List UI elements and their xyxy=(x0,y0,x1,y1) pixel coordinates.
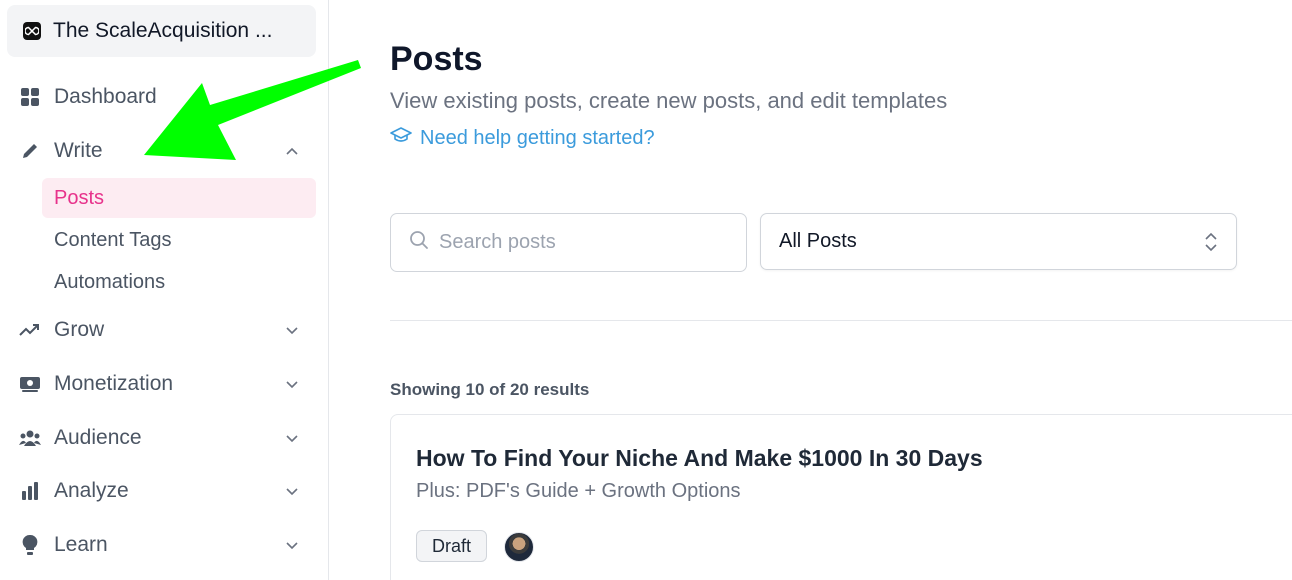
chevron-up-icon[interactable] xyxy=(284,143,300,159)
status-badge: Draft xyxy=(416,530,488,562)
post-card[interactable]: How To Find Your Niche And Make $1000 In… xyxy=(390,414,1292,580)
search-icon xyxy=(409,230,429,255)
workspace-switcher[interactable]: The ScaleAcquisition ... xyxy=(7,5,316,57)
chevron-down-icon[interactable] xyxy=(284,376,300,392)
help-link-text: Need help getting started? xyxy=(420,126,655,149)
results-count: Showing 10 of 20 results xyxy=(390,380,590,399)
workspace-name: The ScaleAcquisition ... xyxy=(53,19,273,42)
nav-write-content-tags[interactable]: Content Tags xyxy=(42,220,316,260)
nav-grow[interactable]: Grow xyxy=(0,310,329,350)
nav-audience-label: Audience xyxy=(54,426,142,449)
nav-audience[interactable]: Audience xyxy=(0,418,329,458)
sidebar: The ScaleAcquisition ... Dashboard Write… xyxy=(0,0,329,580)
chevron-down-icon[interactable] xyxy=(284,537,300,553)
graduation-cap-icon xyxy=(390,126,412,150)
nav-learn-label: Learn xyxy=(54,533,108,556)
bar-chart-icon xyxy=(19,480,41,502)
nav-monetization[interactable]: Monetization xyxy=(0,364,329,404)
nav-grow-label: Grow xyxy=(54,318,105,341)
selector-updown-icon xyxy=(1204,231,1218,258)
workspace-logo-icon xyxy=(23,22,41,40)
help-link[interactable]: Need help getting started? xyxy=(390,126,655,150)
post-subtitle: Plus: PDF's Guide + Growth Options xyxy=(416,480,741,502)
post-filter-select[interactable]: All Posts xyxy=(760,213,1237,270)
nav-monetization-label: Monetization xyxy=(54,372,174,395)
page-subtitle: View existing posts, create new posts, a… xyxy=(390,88,948,113)
lightbulb-icon xyxy=(19,534,41,556)
search-field[interactable] xyxy=(390,213,747,272)
nav-analyze[interactable]: Analyze xyxy=(0,471,329,511)
nav-write-posts[interactable]: Posts xyxy=(42,178,316,218)
chevron-down-icon[interactable] xyxy=(284,322,300,338)
nav-write-automations[interactable]: Automations xyxy=(42,262,316,302)
post-title: How To Find Your Niche And Make $1000 In… xyxy=(416,445,983,471)
money-icon xyxy=(19,373,41,395)
page-title: Posts xyxy=(390,40,483,78)
trending-up-icon xyxy=(19,319,41,341)
nav-dashboard-label: Dashboard xyxy=(54,85,157,108)
main-content: Posts View existing posts, create new po… xyxy=(330,0,1292,580)
chevron-down-icon[interactable] xyxy=(284,430,300,446)
nav-write[interactable]: Write xyxy=(0,131,329,171)
nav-dashboard[interactable]: Dashboard xyxy=(0,77,329,117)
grid-icon xyxy=(19,86,41,108)
nav-write-label: Write xyxy=(54,139,103,162)
pencil-icon xyxy=(19,140,41,162)
section-divider xyxy=(390,320,1292,321)
nav-learn[interactable]: Learn xyxy=(0,525,329,565)
users-icon xyxy=(19,427,41,449)
post-filter-value: All Posts xyxy=(779,230,857,252)
author-avatar xyxy=(504,532,534,562)
chevron-down-icon[interactable] xyxy=(284,483,300,499)
search-input[interactable] xyxy=(439,231,729,254)
nav-analyze-label: Analyze xyxy=(54,479,129,502)
